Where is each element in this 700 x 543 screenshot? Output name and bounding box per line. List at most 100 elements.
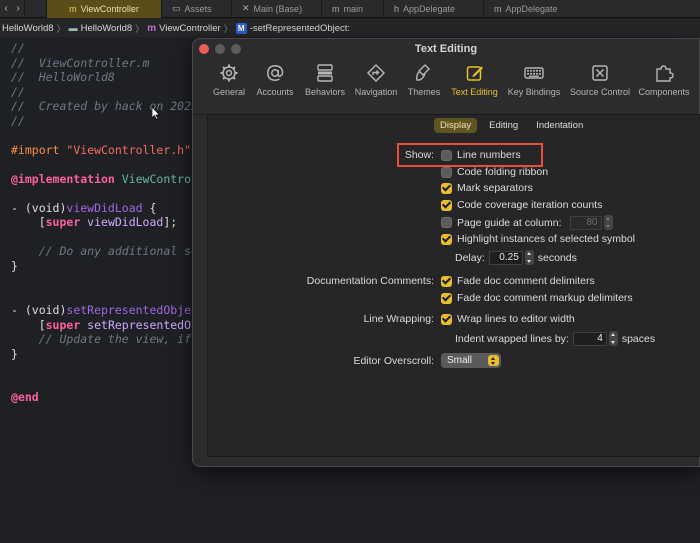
delay-unit: seconds	[537, 251, 577, 264]
puzzle-icon	[656, 65, 674, 82]
toolbar-themes[interactable]: Themes	[401, 59, 447, 115]
fade-delimiters-checkbox[interactable]	[441, 275, 452, 287]
toolbar-key-bindings[interactable]: Key Bindings	[502, 59, 566, 115]
breadcrumb-folder[interactable]: HelloWorld8	[81, 23, 133, 34]
behaviors-icon	[317, 64, 333, 82]
code-line: //	[11, 85, 25, 99]
tab-assets[interactable]: ▭ Assets	[161, 0, 231, 18]
code-line: // Update the view, if	[11, 332, 192, 346]
toolbar-navigation[interactable]: Navigation	[351, 59, 401, 115]
code-line: // ViewController.m	[11, 56, 150, 70]
forward-chevron-icon[interactable]: ›	[12, 3, 24, 14]
tab-appdelegate-m[interactable]: m AppDelegate	[483, 0, 583, 18]
h-file-icon: h	[394, 3, 400, 14]
editor-overscroll-popup[interactable]: Small	[441, 353, 501, 368]
window-title: Text Editing	[414, 43, 478, 55]
doc-comments-label: Documentation Comments:	[306, 275, 434, 287]
navigation-icon	[366, 63, 386, 83]
mark-separators-checkbox[interactable]	[441, 182, 452, 194]
code-line: }	[11, 259, 18, 273]
toolbar-behaviors[interactable]: Behaviors	[299, 59, 351, 115]
storyboard-icon: ✕	[242, 3, 250, 13]
m-file-icon: m	[147, 22, 157, 34]
preferences-toolbar: General Accounts Behaviors Navigation Th…	[193, 59, 699, 115]
fade-markup-checkbox[interactable]	[441, 292, 452, 304]
delay-stepper[interactable]	[524, 250, 534, 265]
toolbar-label: Themes	[407, 87, 441, 97]
tab-extra[interactable]	[24, 0, 46, 18]
close-window-button[interactable]	[199, 44, 209, 54]
annotation-highlight-box	[397, 143, 543, 167]
segment-display[interactable]: Display	[434, 118, 478, 133]
delay-label: Delay:	[455, 251, 485, 264]
method-name: viewDidLoad	[66, 201, 143, 215]
popup-arrows-icon	[488, 355, 499, 366]
back-chevron-icon[interactable]: ‹	[0, 3, 12, 14]
option-code-folding[interactable]: Code folding ribbon	[441, 166, 548, 178]
toolbar-text-editing[interactable]: Text Editing	[447, 59, 502, 115]
highlight-instances-checkbox[interactable]	[441, 233, 452, 245]
option-delay: Delay: 0.25 seconds	[455, 250, 577, 265]
option-label: Code coverage iteration counts	[457, 199, 603, 211]
super-keyword: super	[45, 318, 81, 332]
m-file-icon: m	[494, 3, 502, 14]
method-call: setRepresentedOb	[80, 318, 198, 332]
option-label: Mark separators	[457, 182, 533, 194]
toolbar-general[interactable]: General	[207, 59, 251, 115]
option-fade-markup[interactable]: Fade doc comment markup delimiters	[441, 292, 633, 304]
option-label: Highlight instances of selected symbol	[457, 233, 636, 245]
minimize-window-button[interactable]	[215, 44, 225, 54]
tab-viewcontroller[interactable]: m ViewController	[46, 0, 161, 18]
option-mark-separators[interactable]: Mark separators	[441, 182, 533, 194]
gear-icon	[220, 64, 238, 82]
keyboard-icon	[524, 67, 544, 79]
class-name: ViewControl	[114, 172, 198, 186]
zoom-window-button[interactable]	[231, 44, 241, 54]
editor-overscroll-label: Editor Overscroll:	[353, 355, 434, 367]
toolbar-source-control[interactable]: Source Control	[566, 59, 634, 115]
indent-wrapped-stepper[interactable]	[608, 331, 618, 346]
display-editing-indentation-tabs: Display Editing Indentation	[434, 118, 595, 133]
breadcrumb-file[interactable]: ViewController	[159, 23, 221, 34]
code-line-end: @end	[11, 390, 39, 404]
option-code-coverage[interactable]: Code coverage iteration counts	[441, 199, 602, 211]
tab-main[interactable]: m main	[321, 0, 383, 18]
method-icon: M	[235, 22, 247, 34]
tab-label: Assets	[184, 3, 212, 14]
toolbar-accounts[interactable]: Accounts	[251, 59, 299, 115]
toolbar-components[interactable]: Components	[634, 59, 694, 115]
method-prefix: - (void)	[11, 303, 67, 317]
toolbar-label: Accounts	[256, 87, 294, 97]
option-highlight-instances[interactable]: Highlight instances of selected symbol	[441, 233, 635, 245]
option-page-guide[interactable]: Page guide at column: 80	[441, 215, 617, 230]
segment-editing[interactable]: Editing	[483, 118, 524, 133]
option-fade-delimiters[interactable]: Fade doc comment delimiters	[441, 275, 595, 287]
code-folding-checkbox[interactable]	[441, 166, 452, 178]
brush-icon	[416, 64, 430, 81]
code-line: // Created by hack on 2022	[11, 99, 198, 113]
breadcrumb-project[interactable]: HelloWorld8	[2, 23, 54, 34]
code-coverage-checkbox[interactable]	[441, 199, 452, 211]
pencil-square-icon	[466, 66, 483, 81]
overscroll-select[interactable]: Small	[441, 353, 501, 368]
implementation-keyword: @implementation	[11, 172, 115, 186]
wrap-lines-checkbox[interactable]	[441, 313, 452, 325]
segment-indentation[interactable]: Indentation	[530, 118, 589, 133]
code-line: //	[11, 41, 25, 55]
super-keyword: super	[45, 215, 81, 229]
option-wrap-lines[interactable]: Wrap lines to editor width	[441, 313, 575, 325]
indent-wrapped-field[interactable]: 4	[572, 331, 607, 346]
toolbar-label: Behaviors	[304, 87, 346, 97]
tab-appdelegate-h[interactable]: h AppDelegate	[383, 0, 483, 18]
chevron-right-icon: 〉	[223, 23, 233, 34]
import-directive: #import	[11, 143, 60, 157]
breadcrumb-method[interactable]: -setRepresentedObject:	[250, 23, 350, 34]
tab-main-base[interactable]: ✕ Main (Base)	[231, 0, 321, 18]
source-control-icon	[592, 65, 608, 81]
toolbar-label: Text Editing	[451, 87, 498, 97]
option-indent-wrapped: Indent wrapped lines by: 4 spaces	[455, 331, 655, 346]
page-guide-column-field: 80	[569, 215, 602, 230]
delay-field[interactable]: 0.25	[488, 250, 523, 265]
page-guide-checkbox[interactable]	[441, 217, 452, 228]
code-line: }	[11, 347, 18, 361]
